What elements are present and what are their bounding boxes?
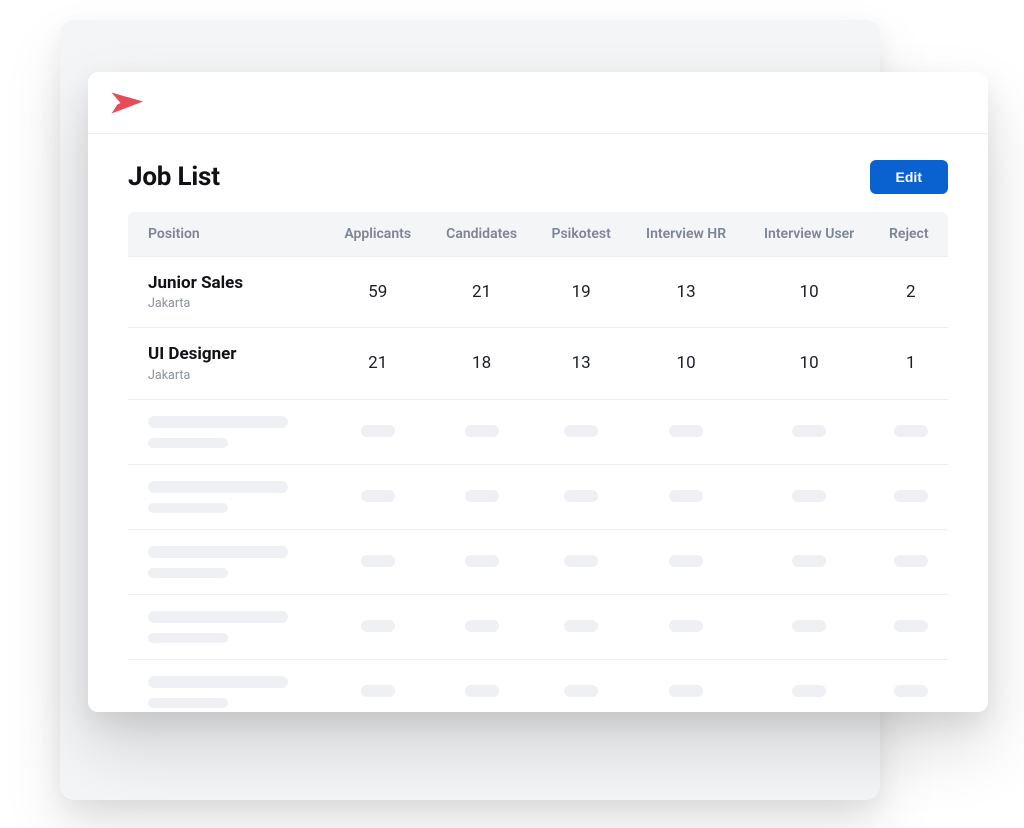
position-location: Jakarta [148,368,317,383]
topbar [88,72,988,134]
page-title: Job List [128,162,220,192]
cell-interview-user: 10 [745,328,874,399]
skeleton-position [128,594,327,659]
cell-candidates: 21 [428,257,534,328]
position-title: Junior Sales [148,273,317,294]
skeleton-position [128,529,327,594]
skeleton-cell [327,399,429,464]
skeleton-position [128,399,327,464]
skeleton-cell [535,659,628,712]
table-row-skeleton [128,659,948,712]
col-psikotest: Psikotest [535,212,628,257]
skeleton-cell [327,659,429,712]
col-candidates: Candidates [428,212,534,257]
skeleton-cell [874,594,948,659]
position-title: UI Designer [148,344,317,365]
skeleton-cell [428,399,534,464]
skeleton-cell [428,659,534,712]
position-location: Jakarta [148,296,317,311]
skeleton-cell [428,464,534,529]
table-row[interactable]: Junior Sales Jakarta 59211913102 [128,257,948,328]
skeleton-cell [745,659,874,712]
skeleton-cell [535,529,628,594]
skeleton-cell [745,399,874,464]
skeleton-cell [428,594,534,659]
skeleton-cell [327,529,429,594]
cell-reject: 2 [874,257,948,328]
skeleton-cell [327,464,429,529]
cell-psikotest: 19 [535,257,628,328]
col-position: Position [128,212,327,257]
job-list-panel: Job List Edit Position Applicants Candid… [88,72,988,712]
skeleton-cell [535,464,628,529]
cell-applicants: 59 [327,257,429,328]
content-header: Job List Edit [88,134,988,212]
skeleton-position [128,659,327,712]
skeleton-cell [745,529,874,594]
col-interview-user: Interview User [745,212,874,257]
skeleton-cell [628,399,745,464]
skeleton-cell [745,464,874,529]
table-row-skeleton [128,464,948,529]
skeleton-cell [327,594,429,659]
col-interview-hr: Interview HR [628,212,745,257]
skeleton-cell [745,594,874,659]
table-row-skeleton [128,529,948,594]
skeleton-cell [874,659,948,712]
skeleton-position [128,464,327,529]
cell-interview-hr: 13 [628,257,745,328]
skeleton-cell [628,529,745,594]
table-row-skeleton [128,594,948,659]
table-row[interactable]: UI DesignerJakarta21181310101 [128,328,948,399]
job-table-container: Position Applicants Candidates Psikotest… [88,212,988,712]
cell-position: Junior Sales Jakarta [128,257,327,328]
skeleton-cell [428,529,534,594]
skeleton-cell [535,594,628,659]
skeleton-cell [535,399,628,464]
cell-position: UI Designer Jakarta [128,328,327,399]
skeleton-cell [628,659,745,712]
table-header-row: Position Applicants Candidates Psikotest… [128,212,948,257]
edit-button[interactable]: Edit [870,160,948,194]
cell-applicants: 21 [327,328,429,399]
paper-plane-logo-icon [110,89,146,117]
col-reject: Reject [874,212,948,257]
skeleton-cell [874,529,948,594]
cell-interview-user: 10 [745,257,874,328]
cell-reject: 1 [874,328,948,399]
skeleton-cell [628,464,745,529]
skeleton-cell [874,399,948,464]
cell-interview-hr: 10 [628,328,745,399]
cell-candidates: 18 [428,328,534,399]
table-row-skeleton [128,399,948,464]
cell-psikotest: 13 [535,328,628,399]
skeleton-cell [628,594,745,659]
job-table: Position Applicants Candidates Psikotest… [128,212,948,712]
col-applicants: Applicants [327,212,429,257]
skeleton-cell [874,464,948,529]
